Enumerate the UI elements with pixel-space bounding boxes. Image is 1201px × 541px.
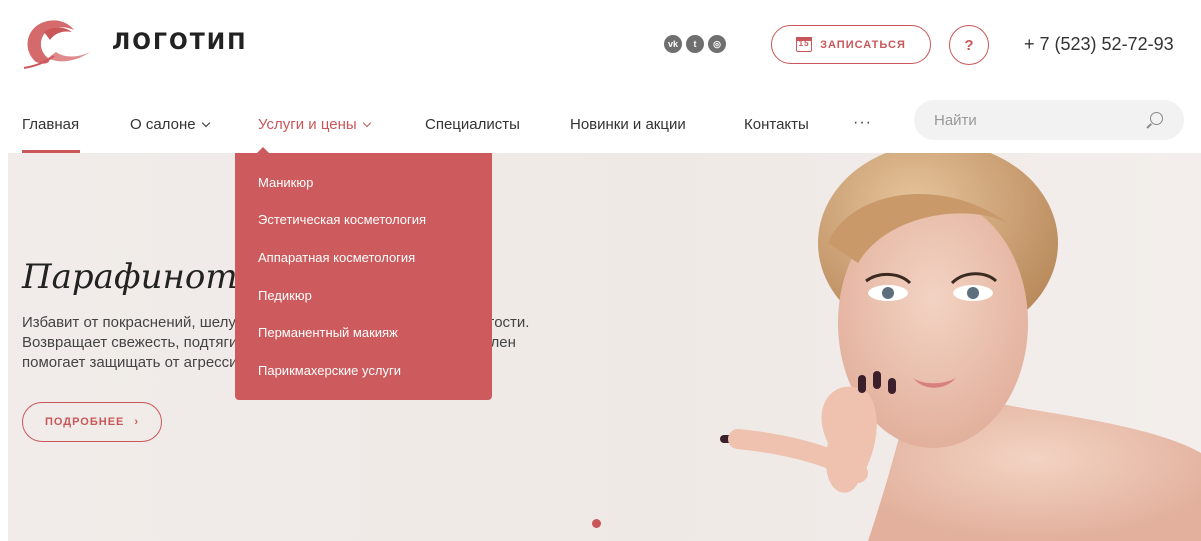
nav-about[interactable]: О салоне bbox=[130, 116, 210, 133]
nav-services-label: Услуги и цены bbox=[258, 116, 357, 133]
search-input[interactable] bbox=[914, 100, 1184, 140]
dropdown-item-pedicure[interactable]: Педикюр bbox=[258, 288, 312, 303]
nav-home[interactable]: Главная bbox=[22, 116, 79, 133]
dropdown-item-manicure[interactable]: Маникюр bbox=[258, 175, 313, 190]
main-nav: Главная О салоне Услуги и цены Специалис… bbox=[0, 92, 1201, 153]
search-icon[interactable] bbox=[1150, 112, 1163, 125]
more-details-button[interactable]: ПОДРОБНЕЕ › bbox=[22, 402, 162, 442]
nav-about-label: О салоне bbox=[130, 116, 196, 133]
site-header: ЛОГОТИП vk t ◎ 15 ЗАПИСАТЬСЯ ? + 7 (523)… bbox=[0, 0, 1201, 92]
model-portrait-image bbox=[720, 153, 1201, 541]
nav-specialists[interactable]: Специалисты bbox=[425, 116, 520, 133]
dropdown-item-aesthetic-cosmetology[interactable]: Эстетическая косметология bbox=[258, 212, 426, 227]
more-details-label: ПОДРОБНЕЕ bbox=[44, 416, 125, 428]
services-dropdown: Маникюр Эстетическая косметология Аппара… bbox=[235, 153, 492, 400]
book-appointment-button[interactable]: 15 ЗАПИСАТЬСЯ bbox=[771, 25, 931, 64]
dropdown-item-hairdressing[interactable]: Парикмахерские услуги bbox=[258, 363, 401, 378]
nav-contacts[interactable]: Контакты bbox=[744, 116, 809, 133]
more-menu-icon[interactable]: ··· bbox=[853, 114, 872, 132]
calendar-icon: 15 bbox=[796, 37, 813, 52]
chevron-down-icon bbox=[201, 118, 210, 128]
chevron-down-icon bbox=[362, 118, 371, 128]
dropdown-item-permanent-makeup[interactable]: Перманентный макияж bbox=[258, 325, 398, 340]
dropdown-item-hardware-cosmetology[interactable]: Аппаратная косметология bbox=[258, 250, 415, 265]
book-label: ЗАПИСАТЬСЯ bbox=[820, 38, 906, 51]
chevron-right-icon: › bbox=[134, 416, 140, 428]
nav-news[interactable]: Новинки и акции bbox=[570, 116, 686, 133]
logo-icon[interactable] bbox=[18, 12, 98, 70]
logo-text[interactable]: ЛОГОТИП bbox=[112, 30, 248, 55]
hero-slider: Парафинотерапия Избавит от покраснений, … bbox=[8, 153, 1201, 541]
instagram-icon[interactable]: ◎ bbox=[708, 35, 726, 53]
help-button[interactable]: ? bbox=[949, 25, 989, 65]
nav-services[interactable]: Услуги и цены bbox=[258, 116, 371, 133]
slider-dot[interactable] bbox=[592, 519, 601, 528]
vk-icon[interactable]: vk bbox=[664, 35, 682, 53]
phone-number[interactable]: + 7 (523) 52-72-93 bbox=[1024, 34, 1174, 55]
twitter-icon[interactable]: t bbox=[686, 35, 704, 53]
